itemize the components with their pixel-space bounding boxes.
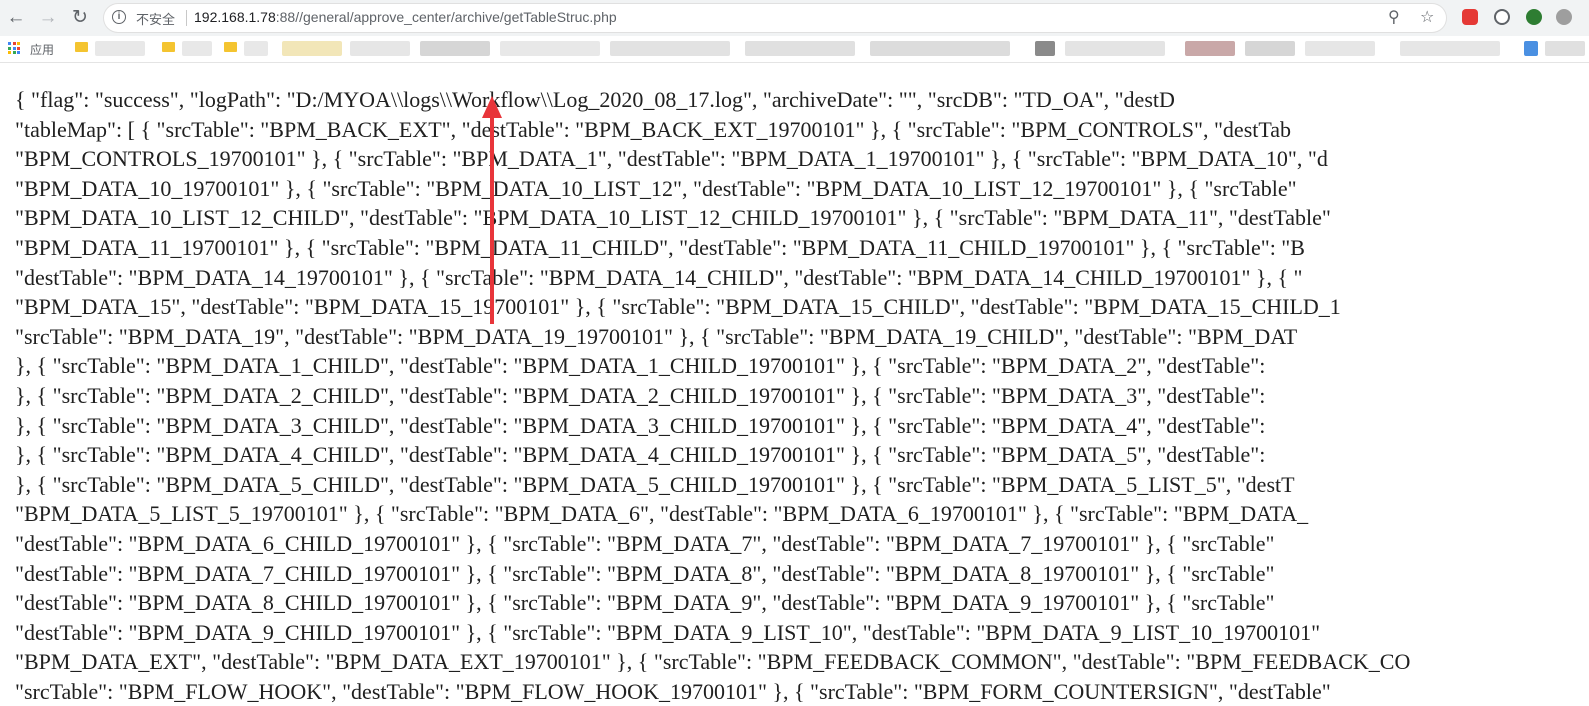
bookmark-item[interactable] [870, 41, 1010, 56]
bookmark-folder-icon[interactable] [224, 42, 237, 52]
bookmark-item[interactable] [420, 41, 490, 56]
json-line: "destTable": "BPM_DATA_14_19700101" }, {… [15, 264, 1303, 290]
bookmark-item[interactable] [282, 41, 342, 56]
extension-swirl-icon[interactable] [1494, 9, 1510, 25]
bookmark-item[interactable] [350, 41, 410, 56]
json-line: }, { "srcTable": "BPM_DATA_2_CHILD", "de… [15, 382, 1266, 408]
zoom-icon[interactable]: ⚲ [1388, 8, 1400, 28]
json-line: "destTable": "BPM_DATA_7_CHILD_19700101"… [15, 560, 1275, 586]
bookmark-item[interactable] [1400, 41, 1500, 56]
forward-icon[interactable]: → [37, 7, 59, 29]
bookmark-item[interactable] [95, 41, 145, 56]
json-line: "BPM_DATA_EXT", "destTable": "BPM_DATA_E… [15, 649, 1411, 675]
annotation-arrow-icon [482, 96, 502, 118]
json-line: "destTable": "BPM_DATA_9_CHILD_19700101"… [15, 619, 1321, 645]
json-response-text: { "flag": "success", "logPath": "D:/MYOA… [15, 85, 1589, 706]
url-text[interactable]: 192.168.1.78:88//general/approve_center/… [194, 9, 617, 25]
bookmark-item[interactable] [1035, 41, 1055, 56]
apps-grid-icon[interactable] [8, 42, 20, 54]
reload-icon[interactable]: ↻ [69, 7, 91, 29]
bookmark-item[interactable] [610, 41, 730, 56]
json-line: "tableMap": [ { "srcTable": "BPM_BACK_EX… [15, 116, 1292, 142]
json-line: }, { "srcTable": "BPM_DATA_1_CHILD", "de… [15, 353, 1266, 379]
json-line: "BPM_DATA_11_19700101" }, { "srcTable": … [15, 234, 1305, 260]
json-line: }, { "srcTable": "BPM_DATA_4_CHILD", "de… [15, 442, 1266, 468]
bookmark-item[interactable] [1065, 41, 1165, 56]
bookmark-item[interactable] [500, 41, 600, 56]
annotation-arrow-shaft [490, 114, 494, 324]
bookmark-star-icon[interactable]: ☆ [1420, 8, 1434, 28]
json-line: { "flag": "success", "logPath": "D:/MYOA… [15, 87, 1175, 112]
json-line: "BPM_DATA_10_LIST_12_CHILD", "destTable"… [15, 205, 1331, 231]
back-icon[interactable]: ← [5, 7, 27, 29]
json-line: "BPM_DATA_5_LIST_5_19700101" }, { "srcTa… [15, 501, 1309, 527]
json-line: "srcTable": "BPM_FLOW_HOOK", "destTable"… [15, 678, 1331, 704]
json-line: "destTable": "BPM_DATA_6_CHILD_19700101"… [15, 530, 1275, 556]
bookmark-item[interactable] [1185, 41, 1235, 56]
bookmark-folder-icon[interactable] [75, 42, 88, 52]
bookmark-item[interactable] [182, 41, 212, 56]
extension-dice-icon[interactable] [1462, 9, 1478, 25]
json-line: "srcTable": "BPM_DATA_19", "destTable": … [15, 323, 1298, 349]
profile-avatar[interactable] [1556, 9, 1572, 25]
bookmark-item[interactable] [1524, 41, 1538, 56]
address-bar[interactable]: i 不安全 192.168.1.78:88//general/approve_c… [104, 4, 1446, 32]
bookmark-item[interactable] [244, 41, 268, 56]
bookmark-item[interactable] [1545, 41, 1585, 56]
bookmark-item[interactable] [1305, 41, 1375, 56]
apps-label[interactable]: 应用 [30, 41, 54, 58]
url-path: :88//general/approve_center/archive/getT… [275, 9, 617, 25]
bookmarks-bar: 应用 [0, 36, 1589, 63]
json-line: "destTable": "BPM_DATA_8_CHILD_19700101"… [15, 590, 1275, 616]
divider [186, 10, 187, 26]
json-line: "BPM_DATA_10_19700101" }, { "srcTable": … [15, 175, 1297, 201]
bookmark-item[interactable] [745, 41, 855, 56]
json-line: }, { "srcTable": "BPM_DATA_5_CHILD", "de… [15, 471, 1295, 497]
bookmark-item[interactable] [1245, 41, 1295, 56]
browser-toolbar: ← → ↻ i 不安全 192.168.1.78:88//general/app… [0, 0, 1589, 36]
json-line: "BPM_CONTROLS_19700101" }, { "srcTable":… [15, 146, 1328, 172]
info-icon[interactable]: i [112, 10, 126, 24]
json-line: "BPM_DATA_15", "destTable": "BPM_DATA_15… [15, 294, 1341, 320]
url-host: 192.168.1.78 [194, 9, 276, 25]
security-label[interactable]: 不安全 [136, 9, 175, 28]
bookmark-folder-icon[interactable] [162, 42, 175, 52]
extension-green-icon[interactable] [1526, 9, 1542, 25]
json-line: }, { "srcTable": "BPM_DATA_3_CHILD", "de… [15, 412, 1266, 438]
